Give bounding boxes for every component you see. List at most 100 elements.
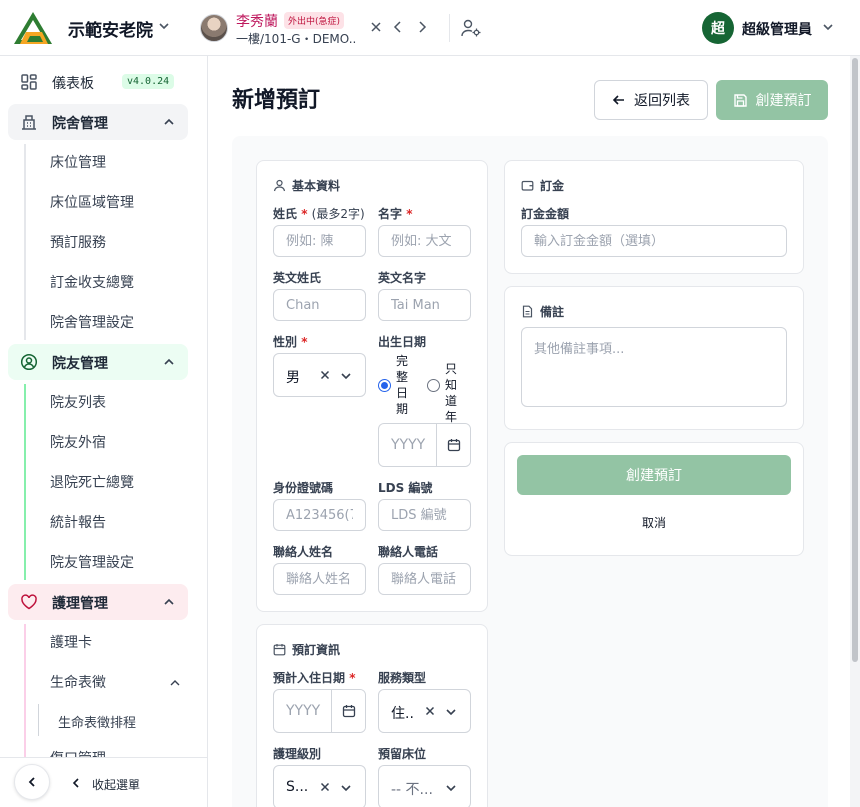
contact-phone-label: 聯絡人電話 bbox=[378, 545, 439, 559]
contact-phone-input[interactable] bbox=[378, 563, 471, 595]
chevron-up-icon[interactable] bbox=[162, 595, 176, 609]
dob-year-radio[interactable] bbox=[427, 379, 440, 392]
sidebar-group-label: 院友管理 bbox=[52, 356, 108, 372]
surname-input[interactable] bbox=[273, 225, 366, 257]
resident-status-badge: 外出中(急症) bbox=[284, 12, 345, 29]
dashboard-icon bbox=[21, 74, 37, 90]
sidebar-item-care-card[interactable]: 護理卡 bbox=[50, 632, 92, 652]
collapse-menu-label[interactable]: 收起選單 bbox=[92, 776, 140, 793]
sidebar-item-dashboard[interactable]: 儀表板 v4.0.24 bbox=[8, 64, 188, 100]
checkin-date-placeholder: YYYY bbox=[286, 703, 321, 719]
user-settings-icon[interactable] bbox=[460, 18, 482, 38]
sidebar-item-resident-list[interactable]: 院友列表 bbox=[50, 392, 106, 412]
user-name[interactable]: 超級管理員 bbox=[742, 19, 812, 39]
page-scrollbar[interactable] bbox=[850, 56, 860, 807]
chevron-down-icon[interactable] bbox=[339, 369, 353, 383]
en-surname-label: 英文姓氏 bbox=[273, 271, 322, 285]
deposit-amount-label: 訂金金額 bbox=[521, 207, 570, 221]
contact-name-input[interactable] bbox=[273, 563, 366, 595]
chevron-down-icon[interactable] bbox=[444, 705, 458, 719]
reserved-bed-label: 預留床位 bbox=[378, 747, 427, 761]
create-booking-label: 創建預訂 bbox=[755, 93, 812, 109]
collapse-toggle-button[interactable] bbox=[14, 764, 50, 800]
chevron-left-icon[interactable] bbox=[390, 19, 406, 35]
app-title[interactable]: 示範安老院 bbox=[68, 16, 153, 41]
clear-icon[interactable] bbox=[424, 705, 436, 717]
id-number-label: 身份證號碼 bbox=[273, 481, 334, 495]
sidebar-item-vital-signs[interactable]: 生命表徵 bbox=[50, 672, 106, 692]
given-name-label: 名字 * bbox=[378, 207, 413, 221]
remarks-textarea[interactable] bbox=[521, 327, 787, 407]
header-divider bbox=[449, 14, 450, 42]
sidebar-item-vital-schedule[interactable]: 生命表徵排程 bbox=[58, 712, 136, 731]
dob-date-input[interactable]: YYYY bbox=[378, 423, 471, 467]
dob-full-label[interactable]: 完整日期 bbox=[396, 353, 414, 417]
sidebar-group-nursing[interactable]: 護理管理 bbox=[8, 584, 188, 620]
gender-select[interactable]: 男 bbox=[273, 353, 366, 397]
sidebar-item-deposit-overview[interactable]: 訂金收支總覽 bbox=[50, 272, 134, 292]
page-title: 新增預訂 bbox=[232, 88, 321, 113]
chevron-down-icon[interactable] bbox=[820, 19, 836, 35]
deposit-card: 訂金 訂金金額 bbox=[504, 160, 804, 274]
given-name-input[interactable] bbox=[378, 225, 471, 257]
deposit-title: 訂金 bbox=[521, 177, 564, 194]
checkin-date-input[interactable]: YYYY bbox=[273, 689, 366, 733]
calendar-icon[interactable] bbox=[436, 424, 470, 466]
sidebar-item-bed-management[interactable]: 床位管理 bbox=[50, 152, 106, 172]
clear-icon[interactable] bbox=[319, 369, 331, 381]
chevron-down-icon[interactable] bbox=[444, 781, 458, 795]
user-avatar[interactable]: 超 bbox=[702, 12, 734, 44]
gender-label: 性別 * bbox=[273, 335, 308, 349]
contact-name-label: 聯絡人姓名 bbox=[273, 545, 334, 559]
document-icon bbox=[522, 305, 533, 318]
sidebar-collapse-bar: 收起選單 bbox=[0, 757, 207, 807]
sidebar-group-facility[interactable]: 院舍管理 bbox=[8, 104, 188, 140]
sidebar-item-resident-settings[interactable]: 院友管理設定 bbox=[50, 552, 134, 572]
app-logo-icon[interactable] bbox=[12, 10, 54, 46]
sidebar-item-discharge-overview[interactable]: 退院死亡總覽 bbox=[50, 472, 134, 492]
sidebar-item-statistics[interactable]: 統計報告 bbox=[50, 512, 106, 532]
service-type-label: 服務類型 bbox=[378, 671, 427, 685]
dob-placeholder: YYYY bbox=[391, 437, 426, 453]
reserved-bed-select[interactable]: -- 不... bbox=[378, 765, 471, 807]
sidebar-group-label: 護理管理 bbox=[52, 596, 108, 612]
scrollbar-thumb[interactable] bbox=[852, 58, 858, 662]
back-to-list-label: 返回列表 bbox=[634, 93, 690, 109]
sidebar-group-residents[interactable]: 院友管理 bbox=[8, 344, 188, 380]
calendar-icon[interactable] bbox=[331, 690, 365, 732]
top-header: 示範安老院 李秀蘭 外出中(急症) 一樓/101-G・DEMO... 超 超級管… bbox=[0, 0, 860, 56]
chevron-down-icon[interactable] bbox=[156, 18, 172, 34]
en-surname-input[interactable] bbox=[273, 289, 366, 321]
booking-info-title: 預訂資訊 bbox=[273, 641, 340, 658]
sidebar-item-bed-zone[interactable]: 床位區域管理 bbox=[50, 192, 134, 212]
remarks-card: 備註 bbox=[504, 286, 804, 430]
cancel-button[interactable]: 取消 bbox=[517, 507, 791, 537]
remarks-title: 備註 bbox=[521, 303, 564, 320]
resident-name[interactable]: 李秀蘭 bbox=[236, 11, 278, 31]
care-level-select[interactable]: S... bbox=[273, 765, 366, 807]
sidebar-item-booking-service[interactable]: 預訂服務 bbox=[50, 232, 106, 252]
dob-full-radio[interactable] bbox=[378, 379, 391, 392]
service-type-select[interactable]: 住.. bbox=[378, 689, 471, 733]
chevron-down-icon[interactable] bbox=[339, 781, 353, 795]
chevron-left-icon bbox=[28, 777, 35, 787]
chevron-up-icon[interactable] bbox=[162, 355, 176, 369]
en-given-name-input[interactable] bbox=[378, 289, 471, 321]
close-icon[interactable] bbox=[368, 19, 384, 35]
deposit-amount-input[interactable] bbox=[521, 225, 787, 257]
arrow-left-icon bbox=[612, 95, 624, 105]
chevron-right-icon[interactable] bbox=[414, 19, 430, 35]
back-to-list-button[interactable]: 返回列表 bbox=[594, 80, 708, 120]
id-number-input[interactable] bbox=[273, 499, 366, 531]
clear-icon[interactable] bbox=[319, 781, 331, 793]
chevron-up-icon[interactable] bbox=[162, 115, 176, 129]
sidebar-item-label: 儀表板 bbox=[52, 76, 94, 92]
lds-number-input[interactable] bbox=[378, 499, 471, 531]
chevron-up-icon[interactable] bbox=[168, 676, 182, 690]
chevron-left-icon[interactable] bbox=[70, 777, 82, 789]
sidebar-item-resident-leave[interactable]: 院友外宿 bbox=[50, 432, 106, 452]
sidebar-item-facility-settings[interactable]: 院舍管理設定 bbox=[50, 312, 134, 332]
resident-avatar[interactable] bbox=[200, 14, 228, 42]
create-booking-submit-button[interactable]: 創建預訂 bbox=[517, 455, 791, 495]
create-booking-button[interactable]: 創建預訂 bbox=[716, 80, 828, 120]
